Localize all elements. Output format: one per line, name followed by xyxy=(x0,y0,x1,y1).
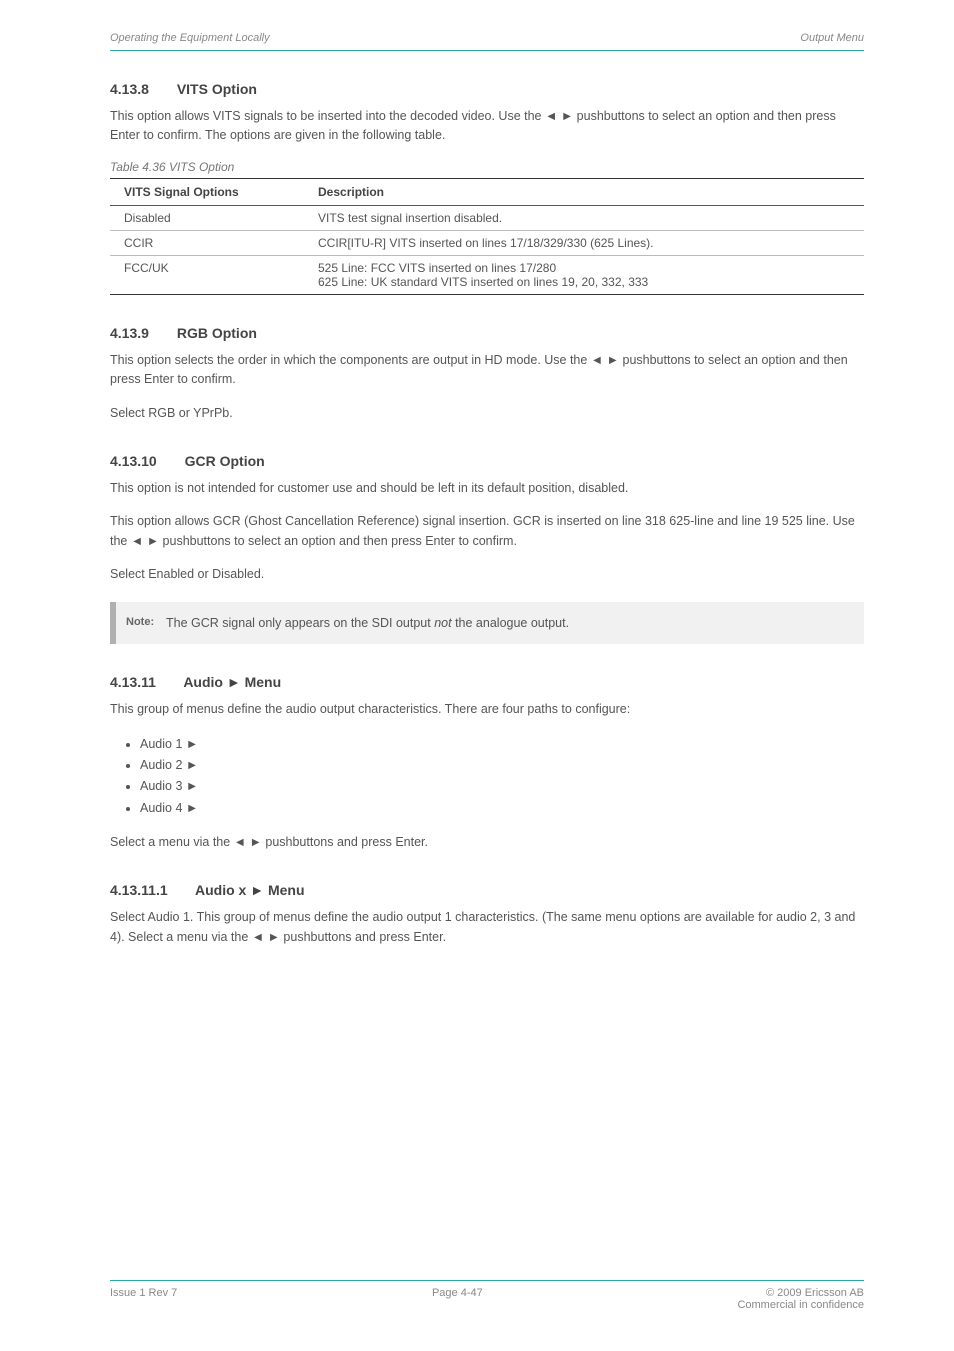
table-row: FCC/UK 525 Line: FCC VITS inserted on li… xyxy=(110,255,864,294)
sec-vits-heading: 4.13.8 VITS Option xyxy=(110,81,864,97)
sec-rgb-title: RGB Option xyxy=(177,325,257,341)
sec-rgb-number: 4.13.9 xyxy=(110,325,149,341)
footer-right: © 2009 Ericsson AB Commercial in confide… xyxy=(737,1287,864,1311)
sec-vits-para: This option allows VITS signals to be in… xyxy=(110,107,864,146)
vits-opt-0: Disabled xyxy=(110,205,314,230)
vits-opt-2: FCC/UK xyxy=(110,255,314,294)
sec-gcr-para3: Select Enabled or Disabled. xyxy=(110,565,864,584)
table-row: Disabled VITS test signal insertion disa… xyxy=(110,205,864,230)
sec-gcr-para2: This option allows GCR (Ghost Cancellati… xyxy=(110,512,864,551)
sec-audiox-heading: 4.13.11.1 Audio x ► Menu xyxy=(110,882,864,898)
list-item: Audio 2 ► xyxy=(140,755,864,776)
sec-gcr-title: GCR Option xyxy=(185,453,265,469)
sec-rgb-heading: 4.13.9 RGB Option xyxy=(110,325,864,341)
sec-audio-tail: Select a menu via the ◄ ► pushbuttons an… xyxy=(110,833,864,852)
sec-audio-number: 4.13.11 xyxy=(110,674,156,690)
sec-gcr-para1: This option is not intended for customer… xyxy=(110,479,864,498)
footer-left: Issue 1 Rev 7 xyxy=(110,1287,177,1311)
vits-options-table: VITS Signal Options Description Disabled… xyxy=(110,178,864,295)
list-item: Audio 1 ► xyxy=(140,734,864,755)
vits-th-option: VITS Signal Options xyxy=(110,178,314,205)
vits-desc-1: CCIR[ITU-R] VITS inserted on lines 17/18… xyxy=(314,230,864,255)
table-row: CCIR CCIR[ITU-R] VITS inserted on lines … xyxy=(110,230,864,255)
sec-audio-title: Audio ► Menu xyxy=(183,674,281,690)
sec-audiox-para: Select Audio 1. This group of menus defi… xyxy=(110,908,864,947)
vits-opt-1: CCIR xyxy=(110,230,314,255)
sec-vits-title: VITS Option xyxy=(177,81,257,97)
note-text-lead: The GCR signal only appears on the SDI o… xyxy=(166,616,434,630)
vits-desc-2: 525 Line: FCC VITS inserted on lines 17/… xyxy=(314,255,864,294)
list-item: Audio 4 ► xyxy=(140,798,864,819)
page-footer: Issue 1 Rev 7 Page 4-47 © 2009 Ericsson … xyxy=(110,1280,864,1311)
vits-table-caption: Table 4.36 VITS Option xyxy=(110,160,864,174)
gcr-note: Note: The GCR signal only appears on the… xyxy=(110,602,864,644)
note-text-not: not xyxy=(434,616,451,630)
sec-audio-heading: 4.13.11 Audio ► Menu xyxy=(110,674,864,690)
vits-th-desc: Description xyxy=(314,178,864,205)
header-right: Output Menu xyxy=(800,32,864,44)
footer-center: Page 4-47 xyxy=(432,1287,483,1311)
audio-paths-list: Audio 1 ► Audio 2 ► Audio 3 ► Audio 4 ► xyxy=(110,734,864,819)
sec-vits-number: 4.13.8 xyxy=(110,81,149,97)
sec-audiox-title: Audio x ► Menu xyxy=(195,882,305,898)
note-text-tail: the analogue output. xyxy=(452,616,569,630)
sec-gcr-number: 4.13.10 xyxy=(110,453,157,469)
sec-rgb-para2: Select RGB or YPrPb. xyxy=(110,404,864,423)
vits-desc-0: VITS test signal insertion disabled. xyxy=(314,205,864,230)
header-left: Operating the Equipment Locally xyxy=(110,32,270,44)
sec-gcr-heading: 4.13.10 GCR Option xyxy=(110,453,864,469)
note-label: Note: xyxy=(126,616,154,628)
list-item: Audio 3 ► xyxy=(140,776,864,797)
sec-rgb-para1: This option selects the order in which t… xyxy=(110,351,864,390)
sec-audio-para: This group of menus define the audio out… xyxy=(110,700,864,719)
sec-audiox-number: 4.13.11.1 xyxy=(110,882,168,898)
